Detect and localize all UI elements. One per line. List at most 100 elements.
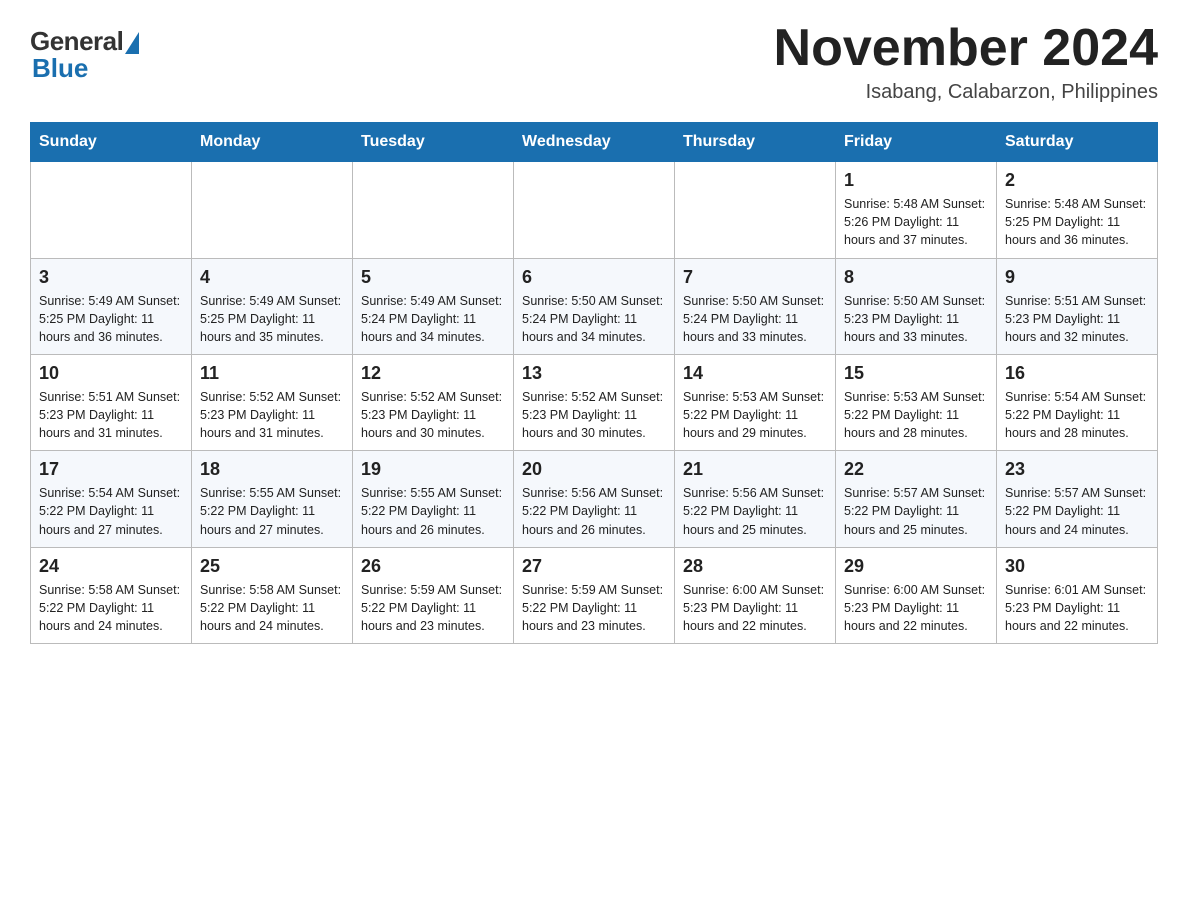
day-info: Sunrise: 5:57 AM Sunset: 5:22 PM Dayligh… xyxy=(844,484,988,538)
calendar-cell: 29 Sunrise: 6:00 AM Sunset: 5:23 PM Dayli… xyxy=(836,547,997,643)
day-number: 4 xyxy=(200,267,344,288)
day-number: 23 xyxy=(1005,459,1149,480)
page-header: General Blue November 2024 Isabang, Cala… xyxy=(30,20,1158,104)
calendar-header: SundayMondayTuesdayWednesdayThursdayFrid… xyxy=(31,123,1158,162)
calendar-cell: 8Sunrise: 5:50 AM Sunset: 5:23 PM Daylig… xyxy=(836,258,997,354)
calendar-cell: 7 Sunrise: 5:50 AM Sunset: 5:24 PM Daylig… xyxy=(675,258,836,354)
calendar-cell: 20Sunrise: 5:56 AM Sunset: 5:22 PM Dayli… xyxy=(514,451,675,547)
day-number: 14 xyxy=(683,363,827,384)
calendar-body: 1 Sunrise: 5:48 AM Sunset: 5:26 PM Daylig… xyxy=(31,162,1158,644)
day-number: 30 xyxy=(1005,556,1149,577)
day-number: 5 xyxy=(361,267,505,288)
day-number: 1 xyxy=(844,170,988,191)
day-number: 26 xyxy=(361,556,505,577)
col-header-sunday: Sunday xyxy=(31,123,192,162)
day-info: Sunrise: 5:49 AM Sunset: 5:24 PM Dayligh… xyxy=(361,292,505,346)
day-info: Sunrise: 5:48 AM Sunset: 5:26 PM Dayligh… xyxy=(844,195,988,249)
day-number: 25 xyxy=(200,556,344,577)
calendar-cell: 23Sunrise: 5:57 AM Sunset: 5:22 PM Dayli… xyxy=(997,451,1158,547)
day-info: Sunrise: 5:52 AM Sunset: 5:23 PM Dayligh… xyxy=(200,388,344,442)
day-number: 22 xyxy=(844,459,988,480)
day-info: Sunrise: 5:52 AM Sunset: 5:23 PM Dayligh… xyxy=(522,388,666,442)
calendar-cell: 15 Sunrise: 5:53 AM Sunset: 5:22 PM Dayli… xyxy=(836,354,997,450)
calendar-cell: 5 Sunrise: 5:49 AM Sunset: 5:24 PM Daylig… xyxy=(353,258,514,354)
day-info: Sunrise: 6:00 AM Sunset: 5:23 PM Dayligh… xyxy=(844,581,988,635)
day-number: 10 xyxy=(39,363,183,384)
calendar-cell: 13Sunrise: 5:52 AM Sunset: 5:23 PM Dayli… xyxy=(514,354,675,450)
calendar-cell: 16 Sunrise: 5:54 AM Sunset: 5:22 PM Dayli… xyxy=(997,354,1158,450)
calendar-cell: 14 Sunrise: 5:53 AM Sunset: 5:22 PM Dayli… xyxy=(675,354,836,450)
day-number: 21 xyxy=(683,459,827,480)
day-info: Sunrise: 6:01 AM Sunset: 5:23 PM Dayligh… xyxy=(1005,581,1149,635)
day-info: Sunrise: 5:50 AM Sunset: 5:24 PM Dayligh… xyxy=(522,292,666,346)
calendar-cell: 9Sunrise: 5:51 AM Sunset: 5:23 PM Daylig… xyxy=(997,258,1158,354)
calendar-cell xyxy=(514,162,675,258)
day-number: 11 xyxy=(200,363,344,384)
day-info: Sunrise: 5:59 AM Sunset: 5:22 PM Dayligh… xyxy=(361,581,505,635)
day-info: Sunrise: 6:00 AM Sunset: 5:23 PM Dayligh… xyxy=(683,581,827,635)
day-number: 16 xyxy=(1005,363,1149,384)
day-info: Sunrise: 5:48 AM Sunset: 5:25 PM Dayligh… xyxy=(1005,195,1149,249)
day-number: 24 xyxy=(39,556,183,577)
calendar-cell: 30 Sunrise: 6:01 AM Sunset: 5:23 PM Dayli… xyxy=(997,547,1158,643)
col-header-wednesday: Wednesday xyxy=(514,123,675,162)
calendar-cell: 12 Sunrise: 5:52 AM Sunset: 5:23 PM Dayli… xyxy=(353,354,514,450)
day-info: Sunrise: 5:50 AM Sunset: 5:24 PM Dayligh… xyxy=(683,292,827,346)
calendar-cell: 26 Sunrise: 5:59 AM Sunset: 5:22 PM Dayli… xyxy=(353,547,514,643)
calendar-cell: 28Sunrise: 6:00 AM Sunset: 5:23 PM Dayli… xyxy=(675,547,836,643)
calendar-cell xyxy=(192,162,353,258)
day-info: Sunrise: 5:54 AM Sunset: 5:22 PM Dayligh… xyxy=(39,484,183,538)
day-info: Sunrise: 5:49 AM Sunset: 5:25 PM Dayligh… xyxy=(39,292,183,346)
calendar-cell: 10 Sunrise: 5:51 AM Sunset: 5:23 PM Dayli… xyxy=(31,354,192,450)
day-info: Sunrise: 5:53 AM Sunset: 5:22 PM Dayligh… xyxy=(844,388,988,442)
day-info: Sunrise: 5:56 AM Sunset: 5:22 PM Dayligh… xyxy=(522,484,666,538)
day-number: 7 xyxy=(683,267,827,288)
day-number: 17 xyxy=(39,459,183,480)
day-info: Sunrise: 5:52 AM Sunset: 5:23 PM Dayligh… xyxy=(361,388,505,442)
day-info: Sunrise: 5:58 AM Sunset: 5:22 PM Dayligh… xyxy=(200,581,344,635)
location-text: Isabang, Calabarzon, Philippines xyxy=(774,81,1158,104)
day-info: Sunrise: 5:51 AM Sunset: 5:23 PM Dayligh… xyxy=(39,388,183,442)
day-info: Sunrise: 5:59 AM Sunset: 5:22 PM Dayligh… xyxy=(522,581,666,635)
calendar-cell xyxy=(353,162,514,258)
day-number: 19 xyxy=(361,459,505,480)
logo: General Blue xyxy=(30,26,139,84)
calendar-cell: 21 Sunrise: 5:56 AM Sunset: 5:22 PM Dayli… xyxy=(675,451,836,547)
title-section: November 2024 Isabang, Calabarzon, Phili… xyxy=(774,20,1158,104)
calendar-cell: 22 Sunrise: 5:57 AM Sunset: 5:22 PM Dayli… xyxy=(836,451,997,547)
day-info: Sunrise: 5:55 AM Sunset: 5:22 PM Dayligh… xyxy=(200,484,344,538)
day-info: Sunrise: 5:54 AM Sunset: 5:22 PM Dayligh… xyxy=(1005,388,1149,442)
calendar-week-row: 10 Sunrise: 5:51 AM Sunset: 5:23 PM Dayli… xyxy=(31,354,1158,450)
logo-blue-text: Blue xyxy=(32,53,88,84)
calendar-week-row: 24 Sunrise: 5:58 AM Sunset: 5:22 PM Dayli… xyxy=(31,547,1158,643)
calendar-cell: 1 Sunrise: 5:48 AM Sunset: 5:26 PM Daylig… xyxy=(836,162,997,258)
day-number: 12 xyxy=(361,363,505,384)
col-header-friday: Friday xyxy=(836,123,997,162)
day-number: 29 xyxy=(844,556,988,577)
col-header-monday: Monday xyxy=(192,123,353,162)
day-info: Sunrise: 5:56 AM Sunset: 5:22 PM Dayligh… xyxy=(683,484,827,538)
day-number: 15 xyxy=(844,363,988,384)
day-number: 18 xyxy=(200,459,344,480)
day-info: Sunrise: 5:53 AM Sunset: 5:22 PM Dayligh… xyxy=(683,388,827,442)
calendar-cell: 4Sunrise: 5:49 AM Sunset: 5:25 PM Daylig… xyxy=(192,258,353,354)
calendar-cell: 24 Sunrise: 5:58 AM Sunset: 5:22 PM Dayli… xyxy=(31,547,192,643)
calendar-week-row: 3 Sunrise: 5:49 AM Sunset: 5:25 PM Daylig… xyxy=(31,258,1158,354)
day-number: 6 xyxy=(522,267,666,288)
day-header-row: SundayMondayTuesdayWednesdayThursdayFrid… xyxy=(31,123,1158,162)
day-number: 9 xyxy=(1005,267,1149,288)
day-info: Sunrise: 5:58 AM Sunset: 5:22 PM Dayligh… xyxy=(39,581,183,635)
day-number: 3 xyxy=(39,267,183,288)
calendar-cell: 19Sunrise: 5:55 AM Sunset: 5:22 PM Dayli… xyxy=(353,451,514,547)
calendar-cell: 6 Sunrise: 5:50 AM Sunset: 5:24 PM Daylig… xyxy=(514,258,675,354)
month-title: November 2024 xyxy=(774,20,1158,77)
day-number: 2 xyxy=(1005,170,1149,191)
day-number: 27 xyxy=(522,556,666,577)
col-header-thursday: Thursday xyxy=(675,123,836,162)
logo-triangle-icon xyxy=(125,32,139,54)
calendar-cell: 2 Sunrise: 5:48 AM Sunset: 5:25 PM Daylig… xyxy=(997,162,1158,258)
calendar-cell xyxy=(31,162,192,258)
calendar-cell: 18 Sunrise: 5:55 AM Sunset: 5:22 PM Dayli… xyxy=(192,451,353,547)
calendar-week-row: 1 Sunrise: 5:48 AM Sunset: 5:26 PM Daylig… xyxy=(31,162,1158,258)
day-info: Sunrise: 5:50 AM Sunset: 5:23 PM Dayligh… xyxy=(844,292,988,346)
